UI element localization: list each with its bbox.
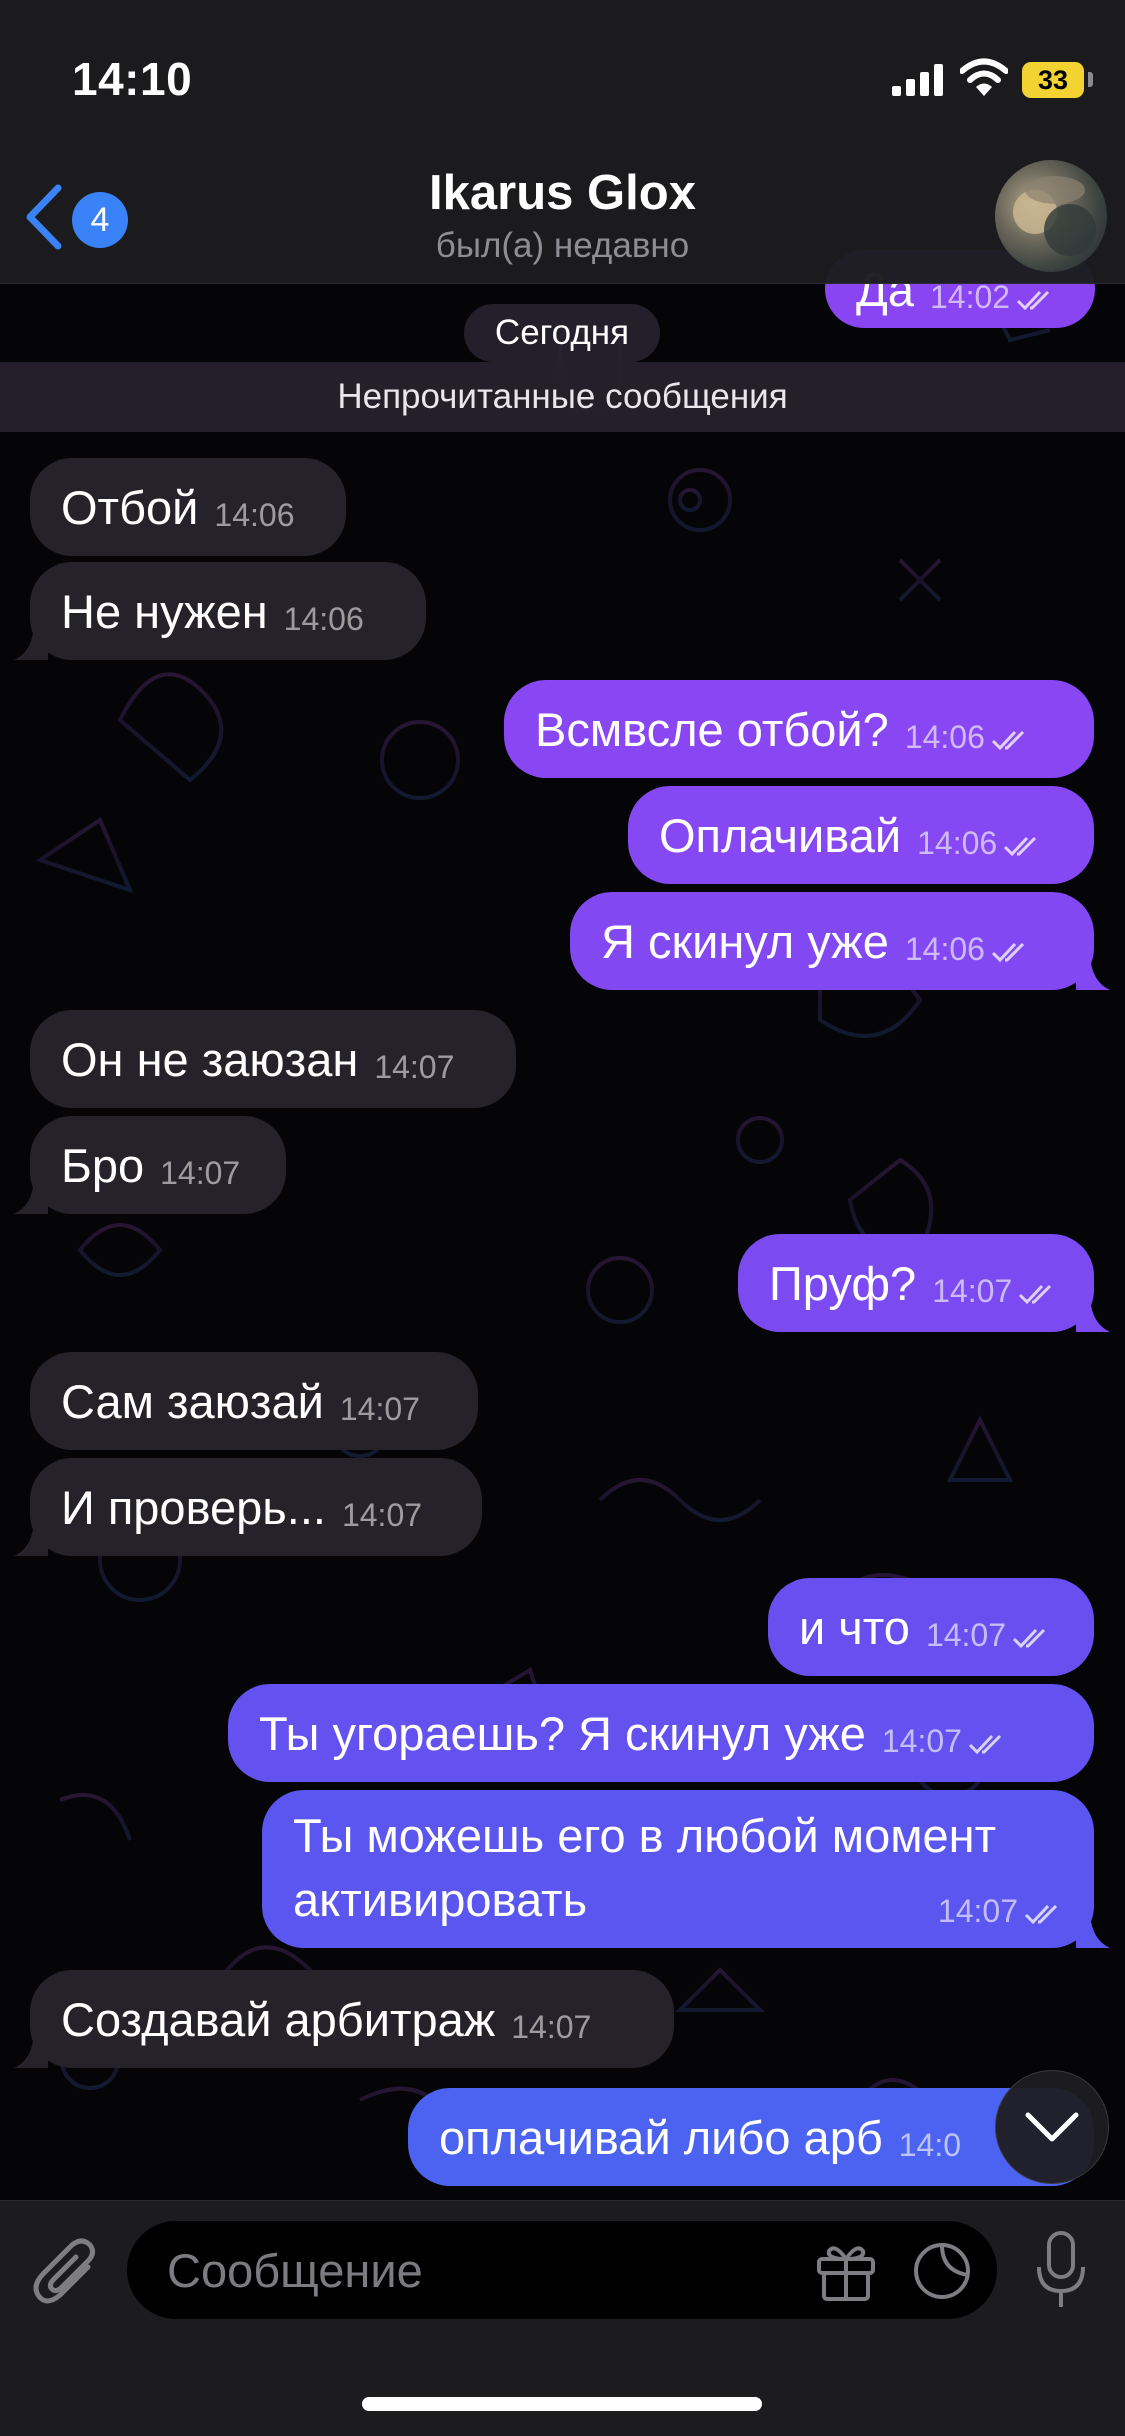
- message-text: Ты можешь его в любой момент активироват…: [293, 1809, 997, 1926]
- message-time: 14:02: [930, 279, 1060, 316]
- chat-screen: 4 Ikarus Glox был(а) недавно 14:10 33 Да…: [0, 0, 1125, 2436]
- microphone-icon[interactable]: [1033, 2231, 1089, 2311]
- incoming-message[interactable]: Создавай арбитраж 14:07: [14, 1970, 674, 2068]
- double-check-icon: [1019, 1284, 1052, 1304]
- message-time: 14:07: [932, 1273, 1062, 1310]
- sticker-icon[interactable]: [912, 2241, 972, 2301]
- bubble-tail: [14, 1522, 48, 1556]
- home-indicator[interactable]: [362, 2397, 762, 2411]
- bubble-tail: [14, 626, 48, 660]
- message-text: Он не заюзан: [61, 1032, 359, 1086]
- wifi-icon: [960, 58, 1008, 96]
- outgoing-message[interactable]: Ты можешь его в любой момент активироват…: [262, 1790, 1110, 1948]
- message-time: 14:06: [917, 825, 1047, 862]
- incoming-message[interactable]: Не нужен 14:06: [14, 562, 426, 660]
- unread-messages-divider: Непрочитанные сообщения: [0, 362, 1125, 432]
- message-text: И проверь...: [61, 1480, 326, 1534]
- message-time: 14:0: [898, 2126, 962, 2163]
- outgoing-message[interactable]: и что 14:07: [768, 1578, 1094, 1676]
- avatar-image: [1013, 176, 1096, 256]
- cellular-signal-icon: [892, 64, 943, 96]
- incoming-message[interactable]: Отбой 14:06: [30, 458, 346, 556]
- avatar[interactable]: [995, 160, 1107, 272]
- message-text: Создавай арбитраж: [61, 1992, 496, 2046]
- message-time: 14:07: [341, 1496, 423, 1533]
- bubble-tail: [1076, 1914, 1110, 1948]
- message-text: оплачивай либо арб: [439, 2110, 883, 2164]
- message-time: 14:06: [283, 600, 364, 637]
- double-check-icon: [1024, 1904, 1058, 1925]
- message-time: 14:07: [926, 1617, 1056, 1654]
- double-check-icon: [968, 1734, 1002, 1754]
- message-time: 14:07: [339, 1390, 420, 1427]
- double-check-icon: [1004, 836, 1037, 856]
- battery-nub: [1088, 72, 1093, 87]
- message-text: и что: [799, 1600, 910, 1654]
- bubble-tail: [14, 1180, 48, 1214]
- battery-icon: 33: [1022, 62, 1084, 98]
- outgoing-message[interactable]: Пруф? 14:07: [738, 1234, 1110, 1332]
- outgoing-message[interactable]: оплачивай либо арб 14:0: [408, 2088, 1094, 2186]
- double-check-icon: [991, 942, 1024, 962]
- bubble-tail: [1076, 956, 1110, 990]
- outgoing-message[interactable]: Оплачивай 14:06: [628, 786, 1094, 884]
- double-check-icon: [1012, 1628, 1046, 1648]
- chevron-down-icon: [1025, 2112, 1079, 2142]
- message-text: Я скинул уже: [601, 914, 889, 968]
- scroll-to-bottom-button[interactable]: [995, 2070, 1109, 2184]
- message-text: Оплачивай: [659, 808, 902, 862]
- gift-icon[interactable]: [815, 2241, 877, 2301]
- message-time: 14:07: [938, 1893, 1068, 1930]
- message-time: 14:07: [374, 1048, 455, 1085]
- message-time: 14:06: [905, 931, 1035, 968]
- bubble-tail: [1076, 1298, 1110, 1332]
- incoming-message[interactable]: И проверь... 14:07: [14, 1458, 482, 1556]
- message-text: Сам заюзай: [61, 1374, 324, 1428]
- message-time: 14:07: [882, 1723, 1012, 1760]
- message-text: Не нужен: [61, 584, 268, 638]
- message-text: Бро: [61, 1138, 145, 1192]
- status-bar: 14:10 33: [0, 0, 1125, 150]
- message-time: 14:06: [214, 496, 295, 533]
- message-text: Ты угораешь? Я скинул уже: [259, 1706, 866, 1760]
- message-text: Всмвсле отбой?: [535, 702, 889, 756]
- outgoing-message[interactable]: Я скинул уже 14:06: [570, 892, 1110, 990]
- outgoing-message[interactable]: Всмвсле отбой? 14:06: [504, 680, 1094, 778]
- message-time: 14:06: [905, 719, 1035, 756]
- bubble-tail: [14, 2034, 48, 2068]
- double-check-icon: [991, 730, 1024, 750]
- incoming-message[interactable]: Он не заюзан 14:07: [30, 1010, 516, 1108]
- last-seen-status: был(а) недавно: [435, 226, 690, 265]
- double-check-icon: [1017, 290, 1050, 310]
- incoming-message[interactable]: Бро 14:07: [14, 1116, 286, 1214]
- outgoing-message[interactable]: Ты угораешь? Я скинул уже 14:07: [228, 1684, 1094, 1782]
- chat-title[interactable]: Ikarus Glox: [0, 165, 1125, 221]
- message-time: 14:07: [160, 1154, 241, 1191]
- paperclip-icon[interactable]: [32, 2235, 100, 2309]
- message-text: Отбой: [61, 480, 199, 534]
- message-text: Пруф?: [769, 1256, 917, 1310]
- status-time: 14:10: [72, 53, 193, 105]
- incoming-message[interactable]: Сам заюзай 14:07: [30, 1352, 478, 1450]
- date-separator: Сегодня: [464, 304, 660, 362]
- message-time: 14:07: [511, 2008, 592, 2045]
